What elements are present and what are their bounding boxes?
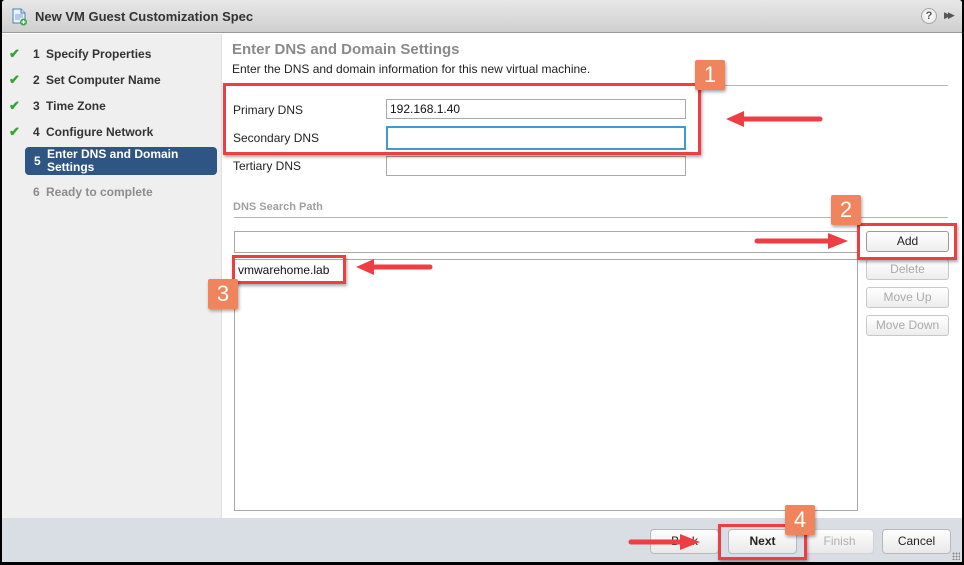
step-number: 1 [33, 47, 40, 61]
tertiary-dns-label: Tertiary DNS [233, 159, 302, 173]
annotation-badge-3: 3 [208, 279, 238, 309]
step-label: Ready to complete [46, 185, 153, 199]
dns-search-path-list[interactable]: vmwarehome.lab [234, 259, 858, 511]
double-chevron-right-icon[interactable]: ▶▶ [944, 10, 955, 21]
step-number: 2 [33, 73, 40, 87]
step-number: 4 [33, 125, 40, 139]
primary-dns-input[interactable] [386, 99, 686, 119]
step-label: Set Computer Name [46, 73, 161, 87]
delete-button[interactable]: Delete [866, 259, 949, 280]
move-down-button[interactable]: Move Down [866, 315, 949, 336]
page-title: Enter DNS and Domain Settings [232, 41, 460, 58]
checkmark-icon: ✔ [9, 46, 20, 61]
finish-button: Finish [805, 529, 874, 554]
step-configure-network[interactable]: ✔ 4 Configure Network [2, 122, 222, 142]
step-label: Enter DNS and Domain Settings [47, 147, 179, 174]
title-bar: New VM Guest Customization Spec ? ▶▶ [2, 0, 962, 33]
annotation-badge-1: 1 [695, 60, 725, 90]
tertiary-dns-input[interactable] [386, 156, 686, 176]
step-number: 6 [33, 185, 40, 199]
step-label: Configure Network [46, 125, 154, 139]
step-set-computer-name[interactable]: ✔ 2 Set Computer Name [2, 70, 222, 90]
secondary-dns-label: Secondary DNS [233, 131, 320, 145]
resize-grip[interactable] [952, 552, 960, 560]
cancel-button[interactable]: Cancel [882, 529, 951, 554]
checkmark-icon: ✔ [9, 124, 20, 139]
step-number: 5 [34, 154, 41, 168]
document-add-icon [12, 8, 27, 26]
wizard-footer: Back Next Finish Cancel [2, 518, 962, 562]
step-label: Specify Properties [46, 47, 152, 61]
dns-search-path-input[interactable] [234, 231, 858, 253]
back-button[interactable]: Back [650, 529, 719, 554]
help-icon[interactable]: ? [921, 8, 937, 24]
checkmark-icon: ✔ [9, 98, 20, 113]
step-ready-to-complete: 6 Ready to complete [2, 182, 222, 202]
step-time-zone[interactable]: ✔ 3 Time Zone [2, 96, 222, 116]
wizard-steps-sidebar: ✔ 1 Specify Properties ✔ 2 Set Computer … [2, 34, 222, 518]
move-up-button[interactable]: Move Up [866, 287, 949, 308]
window-title: New VM Guest Customization Spec [35, 9, 254, 24]
add-button[interactable]: Add [866, 231, 949, 252]
step-label: Time Zone [46, 99, 106, 113]
header-divider [232, 85, 948, 86]
main-content: Enter DNS and Domain Settings Enter the … [223, 34, 962, 518]
checkmark-icon: ✔ [9, 72, 20, 87]
dns-search-path-label: DNS Search Path [233, 201, 323, 213]
primary-dns-label: Primary DNS [233, 103, 304, 117]
list-item[interactable]: vmwarehome.lab [238, 263, 329, 277]
secondary-dns-input[interactable] [386, 126, 686, 150]
page-description: Enter the DNS and domain information for… [232, 62, 591, 76]
step-specify-properties[interactable]: ✔ 1 Specify Properties [2, 44, 222, 64]
annotation-badge-4: 4 [785, 505, 815, 535]
step-number: 3 [33, 99, 40, 113]
wizard-window: New VM Guest Customization Spec ? ▶▶ ✔ 1… [2, 0, 962, 562]
step-enter-dns-domain-settings[interactable]: 5 Enter DNS and Domain Settings [25, 147, 217, 175]
annotation-badge-2: 2 [831, 195, 861, 225]
